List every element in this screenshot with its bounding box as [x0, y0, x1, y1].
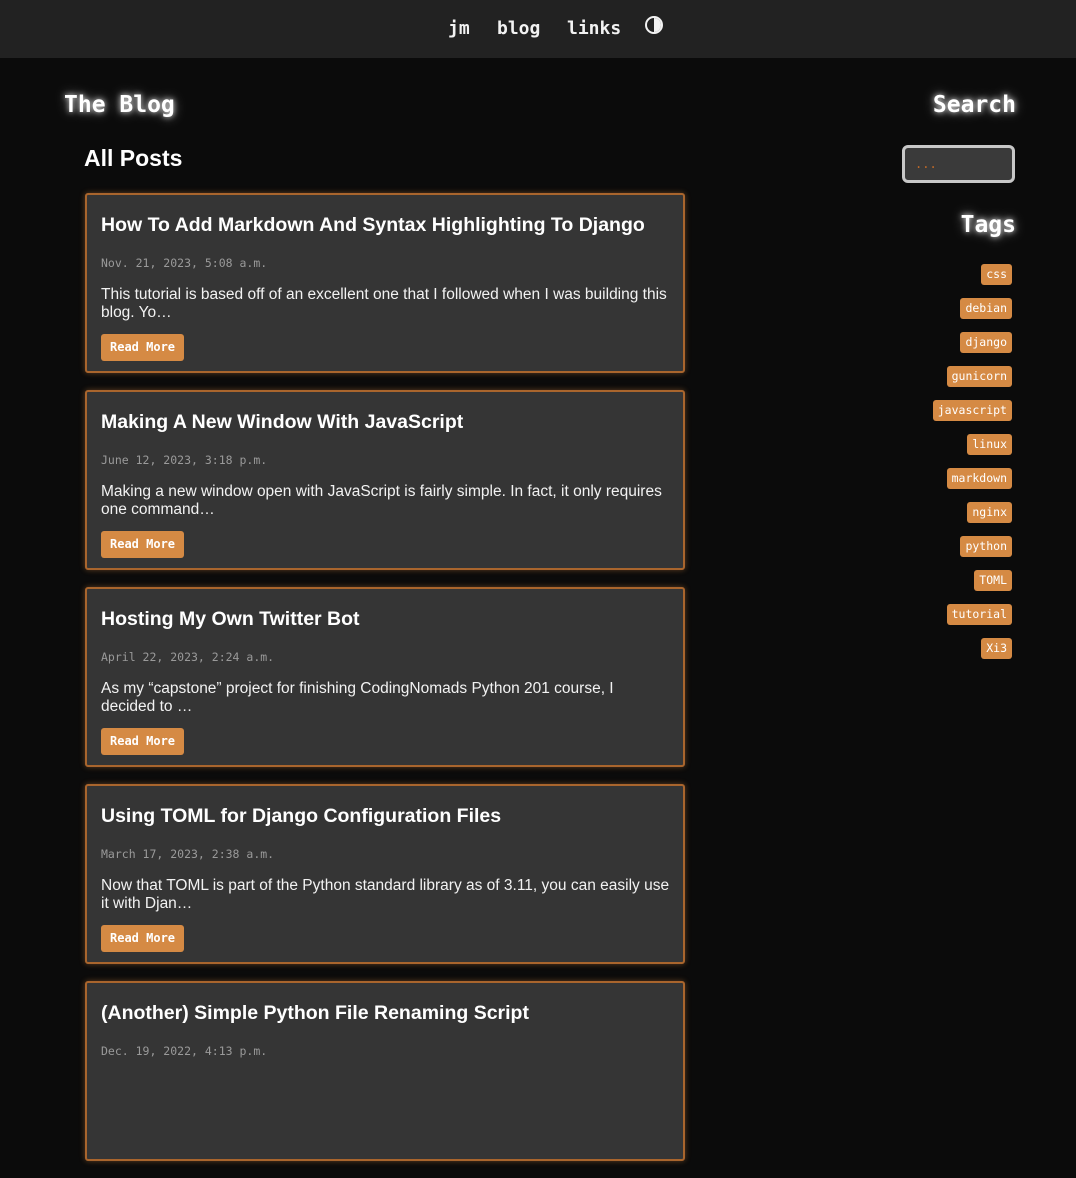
tag-list: css debian django gunicorn javascript li…: [812, 264, 1012, 672]
nav-link-jm[interactable]: jm: [448, 18, 470, 39]
post-excerpt: Now that TOML is part of the Python stan…: [101, 877, 670, 912]
tag-css[interactable]: css: [981, 264, 1012, 285]
theme-toggle-icon[interactable]: [645, 16, 663, 34]
post-date: June 12, 2023, 3:18 p.m.: [101, 453, 268, 467]
read-more-button[interactable]: Read More: [101, 531, 185, 558]
post-list: How To Add Markdown And Syntax Highlight…: [85, 193, 685, 1178]
top-nav: jm blog links: [0, 0, 1076, 58]
tag-javascript[interactable]: javascript: [932, 400, 1012, 421]
tag-nginx[interactable]: nginx: [967, 502, 1012, 523]
read-more-button[interactable]: Read More: [101, 925, 185, 952]
post-date: Dec. 19, 2022, 4:13 p.m.: [101, 1044, 268, 1058]
tag-debian[interactable]: debian: [960, 298, 1012, 319]
post-card: Hosting My Own Twitter Bot April 22, 202…: [85, 587, 685, 767]
post-title[interactable]: Using TOML for Django Configuration File…: [101, 803, 669, 829]
tag-django[interactable]: django: [960, 332, 1012, 353]
all-posts-heading: All Posts: [84, 145, 183, 171]
post-excerpt: Making a new window open with JavaScript…: [101, 483, 662, 518]
search-input[interactable]: [902, 145, 1015, 183]
read-more-button[interactable]: Read More: [101, 334, 185, 361]
post-title[interactable]: How To Add Markdown And Syntax Highlight…: [101, 212, 669, 238]
tag-tutorial[interactable]: tutorial: [946, 604, 1012, 625]
post-date: March 17, 2023, 2:38 a.m.: [101, 847, 275, 861]
tags-heading: Tags: [960, 212, 1016, 238]
blog-heading: The Blog: [64, 92, 175, 118]
post-card: Making A New Window With JavaScript June…: [85, 390, 685, 570]
post-date: April 22, 2023, 2:24 a.m.: [101, 650, 275, 664]
post-card: Using TOML for Django Configuration File…: [85, 784, 685, 964]
tag-toml[interactable]: TOML: [974, 570, 1012, 591]
post-card: How To Add Markdown And Syntax Highlight…: [85, 193, 685, 373]
read-more-button[interactable]: Read More: [101, 728, 185, 755]
nav-link-blog[interactable]: blog: [497, 18, 540, 39]
tag-gunicorn[interactable]: gunicorn: [946, 366, 1012, 387]
post-title[interactable]: Making A New Window With JavaScript: [101, 409, 669, 435]
post-date: Nov. 21, 2023, 5:08 a.m.: [101, 256, 268, 270]
tag-linux[interactable]: linux: [967, 434, 1012, 455]
post-excerpt: As my “capstone” project for finishing C…: [101, 680, 614, 715]
post-card: (Another) Simple Python File Renaming Sc…: [85, 981, 685, 1161]
post-title[interactable]: (Another) Simple Python File Renaming Sc…: [101, 1000, 669, 1026]
post-excerpt: This tutorial is based off of an excelle…: [101, 286, 667, 321]
post-title[interactable]: Hosting My Own Twitter Bot: [101, 606, 669, 632]
nav-link-links[interactable]: links: [567, 18, 621, 39]
search-heading: Search: [932, 92, 1016, 118]
tag-markdown[interactable]: markdown: [946, 468, 1012, 489]
tag-xi3[interactable]: Xi3: [981, 638, 1012, 659]
tag-python[interactable]: python: [960, 536, 1012, 557]
